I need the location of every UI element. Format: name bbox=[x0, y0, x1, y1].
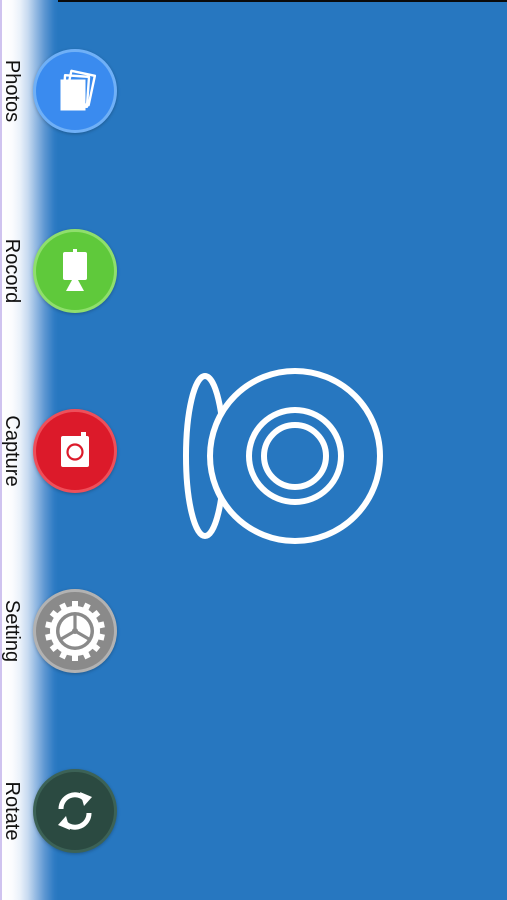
sidebar-item-capture-label[interactable]: Capture bbox=[0, 401, 25, 501]
sidebar-item-rotate-label[interactable]: Rotate bbox=[0, 761, 25, 861]
record-button[interactable] bbox=[33, 229, 117, 313]
top-edge bbox=[0, 0, 507, 2]
webcam-icon bbox=[183, 368, 383, 544]
webcam-logo bbox=[178, 360, 388, 555]
sidebar-item-record-label[interactable]: Rocord bbox=[0, 221, 25, 321]
sidebar-item-setting-label[interactable]: Setting bbox=[0, 581, 25, 681]
capture-icon bbox=[61, 432, 89, 467]
sidebar-item-photos-label[interactable]: Photos bbox=[0, 41, 25, 141]
photos-button[interactable] bbox=[33, 49, 117, 133]
gear-icon bbox=[45, 601, 105, 661]
photos-icon bbox=[60, 69, 97, 111]
setting-button[interactable] bbox=[33, 589, 117, 673]
app-screen: Photos Rocord Capture Setting Rotate bbox=[0, 0, 507, 900]
record-icon bbox=[63, 249, 87, 291]
capture-button[interactable] bbox=[33, 409, 117, 493]
rotate-icon bbox=[58, 792, 92, 830]
rotate-button[interactable] bbox=[33, 769, 117, 853]
